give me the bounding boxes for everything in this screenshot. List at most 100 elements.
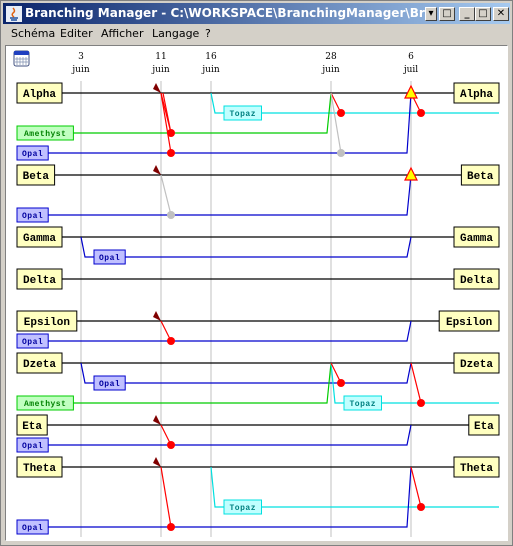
branch-label-opal[interactable]: Opal [16, 437, 49, 453]
merge-line [160, 174, 172, 216]
merge-line [160, 466, 172, 528]
opal-branch-line [125, 236, 412, 258]
menu-schema[interactable]: Schéma [11, 24, 55, 43]
project-label-text: Epsilon [24, 317, 70, 329]
pending-merge-point[interactable] [167, 211, 175, 219]
window-menu-button[interactable]: ▾ [425, 7, 437, 21]
branch-label-text: Opal [22, 442, 43, 451]
merge-point[interactable] [337, 379, 345, 387]
merge-point[interactable] [167, 337, 175, 345]
project-label-epsilon[interactable]: Epsilon [438, 310, 500, 332]
project-label-text: Eta [474, 421, 494, 433]
release-triangle-icon[interactable] [404, 84, 418, 99]
project-label-eta[interactable]: Eta [16, 414, 48, 436]
merge-point[interactable] [167, 523, 175, 531]
project-label-dzeta[interactable]: Dzeta [453, 352, 500, 374]
merge-line [410, 466, 422, 508]
project-label-delta[interactable]: Delta [16, 268, 63, 290]
merge-point[interactable] [417, 503, 425, 511]
project-label-epsilon[interactable]: Epsilon [16, 310, 78, 332]
project-label-delta[interactable]: Delta [453, 268, 500, 290]
branch-label-opal[interactable]: Opal [16, 519, 49, 535]
branch-start-marker[interactable] [153, 457, 161, 467]
merge-point[interactable] [167, 441, 175, 449]
branch-label-opal[interactable]: Opal [16, 333, 49, 349]
opal-branch-line [48, 174, 412, 216]
opal-branch-line [48, 424, 412, 446]
branch-label-amethyst[interactable]: Amethyst [16, 125, 74, 141]
project-label-text: Theta [460, 463, 493, 475]
date-day-label: 16 [205, 52, 217, 62]
date-day-label: 3 [78, 52, 84, 62]
merge-point[interactable] [417, 399, 425, 407]
app-window: Branching Manager - C:\WORKSPACE\Branchi… [0, 0, 513, 546]
project-label-text: Gamma [460, 233, 493, 245]
branch-label-opal[interactable]: Opal [16, 207, 49, 223]
topaz-branch-line [210, 92, 224, 114]
branch-start-marker[interactable] [153, 311, 161, 321]
restore-button[interactable]: □ [439, 7, 455, 21]
merge-point[interactable] [167, 129, 175, 137]
branch-label-amethyst[interactable]: Amethyst [16, 395, 74, 411]
project-label-eta[interactable]: Eta [468, 414, 500, 436]
opal-branch-line [80, 362, 94, 384]
project-label-text: Eta [22, 421, 42, 433]
project-label-alpha[interactable]: Alpha [16, 82, 63, 104]
project-label-text: Delta [460, 275, 493, 287]
date-month-label: juil [403, 65, 418, 75]
project-label-text: Gamma [23, 233, 56, 245]
opal-branch-line [48, 92, 412, 154]
project-label-theta[interactable]: Theta [453, 456, 500, 478]
menu-afficher[interactable]: Afficher [101, 24, 143, 43]
minimize-icon: _ [464, 8, 470, 19]
menu-editer[interactable]: Editer [60, 24, 93, 43]
project-label-gamma[interactable]: Gamma [453, 226, 500, 248]
branching-schema-canvas[interactable]: 3 juin 11 juin 16 juin 28 juin 6 juil Alpha Alpha B… [5, 45, 508, 541]
opal-branch-line [48, 320, 412, 342]
date-day-label: 6 [408, 52, 414, 62]
merge-point[interactable] [337, 109, 345, 117]
branch-label-text: Topaz [349, 400, 376, 409]
title-bar[interactable]: Branching Manager - C:\WORKSPACE\Branchi… [3, 3, 510, 24]
topaz-branch-line [210, 466, 224, 508]
date-day-label: 11 [155, 52, 166, 62]
branch-label-text: Opal [22, 150, 43, 159]
branch-label-opal[interactable]: Opal [93, 375, 126, 391]
branch-label-opal[interactable]: Opal [93, 249, 126, 265]
maximize-button[interactable]: □ [475, 7, 491, 21]
branch-label-text: Amethyst [24, 130, 66, 139]
branch-start-marker[interactable] [153, 165, 161, 175]
dropdown-icon: ▾ [428, 8, 434, 19]
branch-start-marker[interactable] [153, 415, 161, 425]
calendar-icon[interactable] [13, 50, 30, 67]
pending-merge-point[interactable] [337, 149, 345, 157]
schema-svg[interactable]: 3 juin 11 juin 16 juin 28 juin 6 juil Alpha Alpha B… [6, 46, 507, 540]
branch-label-text: Topaz [229, 504, 256, 513]
project-label-text: Delta [23, 275, 56, 287]
project-label-beta[interactable]: Beta [16, 164, 56, 186]
branch-label-opal[interactable]: Opal [16, 145, 49, 161]
project-label-beta[interactable]: Beta [460, 164, 500, 186]
menu-help[interactable]: ? [205, 24, 211, 43]
close-button[interactable]: ✕ [493, 7, 509, 21]
branch-label-text: Topaz [229, 110, 256, 119]
project-label-gamma[interactable]: Gamma [16, 226, 63, 248]
release-triangle-icon[interactable] [404, 166, 418, 181]
branch-label-text: Amethyst [24, 400, 66, 409]
date-month-label: juin [71, 65, 89, 75]
merge-point[interactable] [167, 149, 175, 157]
branch-start-marker[interactable] [153, 83, 161, 93]
project-label-theta[interactable]: Theta [16, 456, 63, 478]
branch-label-text: Opal [22, 338, 43, 347]
project-label-alpha[interactable]: Alpha [453, 82, 500, 104]
project-label-text: Dzeta [460, 359, 493, 371]
merge-point[interactable] [417, 109, 425, 117]
project-label-dzeta[interactable]: Dzeta [16, 352, 63, 374]
branch-label-topaz[interactable]: Topaz [343, 395, 382, 411]
project-label-text: Beta [23, 171, 50, 183]
branch-label-topaz[interactable]: Topaz [223, 499, 262, 515]
minimize-button[interactable]: _ [459, 7, 475, 21]
branch-label-text: Opal [99, 380, 120, 389]
branch-label-topaz[interactable]: Topaz [223, 105, 262, 121]
menu-langage[interactable]: Langage [152, 24, 199, 43]
